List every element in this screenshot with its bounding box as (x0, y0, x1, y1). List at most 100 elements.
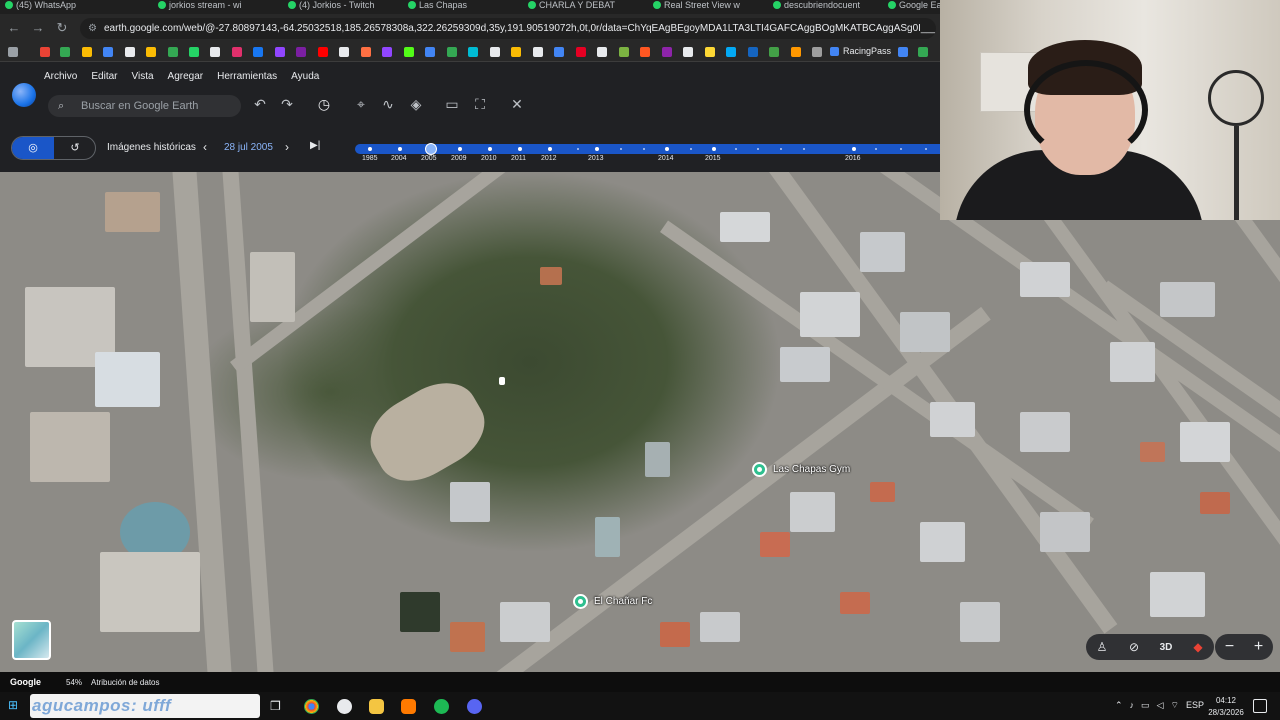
back-icon[interactable]: ← (6, 20, 22, 35)
bookmark-maps-icon[interactable] (60, 47, 70, 57)
zoom-out-icon[interactable]: − (1225, 638, 1234, 656)
historical-imagery-icon[interactable]: ◷ (315, 96, 333, 113)
bookmark-instagram-icon[interactable] (232, 47, 242, 57)
start-button-icon[interactable]: ⊞ (8, 698, 18, 712)
tab-google-earth[interactable]: Google Earth (885, 0, 940, 14)
bookmark-orange-icon[interactable] (361, 47, 371, 57)
bookmark-light-icon[interactable] (683, 47, 693, 57)
previous-date-icon[interactable]: ‹ (203, 140, 207, 154)
bookmark-purple-icon[interactable] (296, 47, 306, 57)
tab-charla[interactable]: CHARLA Y DEBATE (525, 0, 615, 14)
network-icon[interactable]: ▭ (1141, 700, 1150, 711)
map-style-thumbnail[interactable] (12, 620, 51, 660)
reload-icon[interactable]: ↻ (54, 20, 70, 36)
path-icon[interactable]: ∿ (379, 96, 397, 113)
menu-editar[interactable]: Editar (91, 71, 117, 82)
bookmark-gmail-icon[interactable] (40, 47, 50, 57)
bookmark-gray-icon[interactable] (490, 47, 500, 57)
bookmark-whatsapp-icon[interactable] (168, 47, 178, 57)
data-attribution-link[interactable]: Atribución de datos (91, 678, 160, 687)
forward-icon[interactable]: → (30, 20, 46, 35)
capture-icon[interactable]: ⛶ (471, 96, 489, 113)
timeline-dot-2004[interactable] (398, 147, 402, 151)
bookmark-keep-icon[interactable] (146, 47, 156, 57)
bookmark-f-icon[interactable] (533, 47, 543, 57)
bookmark-youtube-icon[interactable] (318, 47, 328, 57)
timeline-dot-1985[interactable] (368, 147, 372, 151)
timeline-track[interactable] (355, 144, 940, 154)
menu-archivo[interactable]: Archivo (44, 71, 77, 82)
mic-icon[interactable]: ♪ (1130, 700, 1135, 711)
bookmark-cyan-icon[interactable] (468, 47, 478, 57)
spotify-taskbar-icon[interactable] (434, 699, 449, 714)
bookmark-docs2-icon[interactable] (554, 47, 564, 57)
bookmark-bolt-icon[interactable] (791, 47, 801, 57)
menu-herramientas[interactable]: Herramientas (217, 71, 277, 82)
compass-icon[interactable]: ◆ (1182, 640, 1214, 654)
next-date-icon[interactable]: › (285, 140, 289, 154)
bookmark-spotify-icon[interactable] (189, 47, 199, 57)
tab-las-chapas[interactable]: Las Chapas (405, 0, 495, 14)
volume-icon[interactable]: ◁ (1157, 700, 1164, 711)
bookmark-white-icon[interactable] (339, 47, 349, 57)
undo-icon[interactable]: ↶ (251, 96, 269, 113)
language-indicator[interactable]: ESP (1186, 700, 1204, 711)
bookmark-ccc-icon[interactable] (705, 47, 715, 57)
taskbar-clock[interactable]: 04:12 28/3/2026 (1203, 695, 1249, 719)
discord-taskbar-icon[interactable] (467, 699, 482, 714)
zoom-in-icon[interactable]: + (1254, 638, 1263, 656)
bookmark-docs-icon[interactable] (103, 47, 113, 57)
timeline-dot-2014[interactable] (665, 147, 669, 151)
tab-stream[interactable]: jorkios stream - wi (155, 0, 245, 14)
wifi-icon[interactable]: ⌔ (1170, 700, 1178, 711)
tray-chevron-icon[interactable]: ⌃ (1115, 700, 1123, 711)
url-field[interactable]: ⚙ earth.google.com/web/@-27.80897143,-64… (80, 18, 936, 39)
3d-toggle-button[interactable]: 3D (1150, 642, 1182, 653)
tab-descubriendo[interactable]: descubriendocuent (770, 0, 860, 14)
bookmark-facebook-icon[interactable] (253, 47, 263, 57)
bookmark-blue-icon[interactable] (425, 47, 435, 57)
poi-las-chapas-gym[interactable]: Las Chapas Gym (752, 462, 850, 477)
search-input[interactable]: ⌕ Buscar en Google Earth (48, 95, 241, 117)
bookmark-red2-icon[interactable] (640, 47, 650, 57)
google-earth-logo[interactable] (12, 83, 36, 107)
layers-icon[interactable]: ◈ (407, 96, 425, 113)
history-view-icon[interactable]: ↺ (54, 137, 96, 159)
pegman-icon[interactable]: ♙ (1086, 640, 1118, 654)
bookmark-pinterest-icon[interactable] (576, 47, 586, 57)
timeline-dot-2016[interactable] (852, 147, 856, 151)
obs-taskbar-icon[interactable] (337, 699, 352, 714)
tab-whatsapp[interactable]: (45) WhatsApp (2, 0, 92, 14)
timeline-slider-handle[interactable] (425, 143, 437, 155)
bookmark-plane-icon[interactable] (812, 47, 822, 57)
apps-icon[interactable] (8, 47, 18, 57)
bookmark-last-icon[interactable] (898, 47, 908, 57)
tab-twitch[interactable]: (4) Jorkios - Twitch (285, 0, 375, 14)
bookmark-yellow-icon[interactable] (511, 47, 521, 57)
menu-agregar[interactable]: Agregar (168, 71, 204, 82)
placemark-icon[interactable]: ⌖ (352, 96, 370, 113)
timeline-dot-2009[interactable] (458, 147, 462, 151)
timeline-dot-2011[interactable] (518, 147, 522, 151)
tools-icon[interactable]: ✕ (508, 96, 526, 113)
globe-view-icon[interactable]: ◎ (12, 137, 54, 159)
bookmark-x-icon[interactable] (210, 47, 220, 57)
bookmark-lightblue-icon[interactable] (726, 47, 736, 57)
bookmark-lime-icon[interactable] (619, 47, 629, 57)
bookmark-twitch-icon[interactable] (275, 47, 285, 57)
tab-street-view[interactable]: Real Street View w (650, 0, 740, 14)
poi-el-chanar-fc[interactable]: El Chañar Fc (573, 594, 652, 609)
bookmark-tiktok-icon[interactable] (597, 47, 607, 57)
bookmark-drive-icon[interactable] (82, 47, 92, 57)
timeline-dot-2010[interactable] (488, 147, 492, 151)
bookmark-violet-icon[interactable] (662, 47, 672, 57)
bookmark-chrome-icon[interactable] (918, 47, 928, 57)
timeline-dot-2013[interactable] (595, 147, 599, 151)
bookmark-green2-icon[interactable] (769, 47, 779, 57)
bookmark-kick-icon[interactable] (382, 47, 392, 57)
app-shield-icon[interactable] (401, 699, 416, 714)
bookmark-blue2-icon[interactable] (748, 47, 758, 57)
file-explorer-icon[interactable] (369, 699, 384, 714)
taskbar-search-input[interactable]: agucampos: ufff (30, 694, 260, 718)
latest-date-icon[interactable]: ▶| (310, 140, 320, 151)
